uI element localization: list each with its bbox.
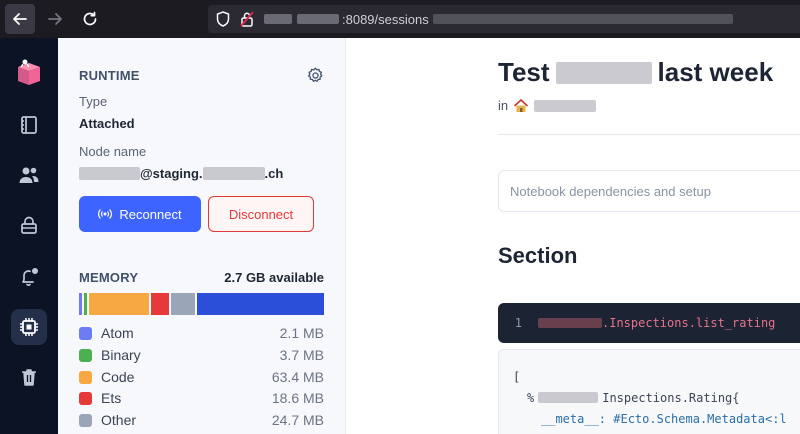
notebook-location: in [498,98,597,113]
legend-label: Code [101,369,135,385]
forward-button[interactable] [40,4,70,34]
type-value: Attached [79,116,135,131]
other-color-swatch [79,413,92,427]
output-line: [ [513,369,521,384]
bin-button[interactable] [11,359,47,395]
secrets-button[interactable] [11,207,47,243]
memory-legend-code: Code 63.4 MB [79,367,324,387]
legend-label: Other [101,412,137,428]
livebook-logo[interactable] [11,54,47,90]
notification-icon [22,268,38,287]
legend-value: 18.6 MB [271,390,324,406]
section-heading[interactable]: Section [498,243,577,269]
disconnect-button[interactable]: Disconnect [208,196,314,232]
house-icon [514,98,529,112]
runtime-panel: RUNTIME Type Attached Node name @staging… [58,38,346,434]
book-icon [21,116,37,134]
address-bar[interactable]: :8089/sessions [208,5,800,33]
binary-color-swatch [79,348,92,362]
setup-cell[interactable]: Notebook dependencies and setup [498,170,800,212]
title-text-end: last week [657,57,774,87]
memory-legend-ets: Ets 18.6 MB [79,388,324,408]
notebook-title[interactable]: Test last week [498,57,773,88]
memory-legend-atom: Atom 2.1 MB [79,323,324,343]
sidebar-rail [0,38,58,434]
code-cell[interactable]: 1 .Inspections.list_rating [498,303,800,343]
memory-bar-code [89,293,149,315]
legend-label: Ets [101,390,122,406]
insecure-lock-icon [240,11,254,27]
runtime-settings-button[interactable] [11,309,47,345]
memory-bar-free [197,293,324,315]
node-name-tld: .ch [264,166,284,181]
type-label: Type [79,94,108,109]
output-line: __meta__: #Ecto.Schema.Metadata<:l [541,411,787,426]
reconnect-label: Reconnect [119,206,182,222]
notebook-main: Test last week in Notebook dependencies … [347,38,800,434]
legend-value: 24.7 MB [271,412,324,428]
output-line: % Inspections.Rating{ [527,390,740,405]
legend-value: 63.4 MB [271,369,324,385]
legend-value: 2.1 MB [279,325,324,341]
memory-legend-other: Other 24.7 MB [79,410,324,430]
lock-icon [21,216,37,234]
legend-value: 3.7 MB [279,347,324,363]
memory-bar-atom [79,293,82,315]
url-text: :8089/sessions [264,12,733,27]
memory-usage-bar [79,293,324,315]
code-text: .Inspections.list_rating [602,316,776,330]
gear-icon [308,67,323,83]
notebooks-button[interactable] [11,107,47,143]
title-text-start: Test [498,57,550,87]
users-icon [19,167,39,183]
livebook-logo-icon [18,59,40,85]
users-button[interactable] [11,157,47,193]
broadcast-icon [98,209,113,219]
runtime-settings-gear[interactable] [307,67,324,89]
legend-label: Binary [101,347,141,363]
legend-label: Atom [101,325,134,341]
memory-bar-ets [151,293,169,315]
shield-icon [216,11,230,27]
memory-legend-binary: Binary 3.7 MB [79,345,324,365]
trash-icon [22,369,36,386]
reload-icon [83,11,97,26]
node-name-label: Node name [79,144,147,159]
node-name-host: @staging. [140,166,203,181]
memory-bar-other [171,293,195,315]
atom-color-swatch [79,326,92,340]
reconnect-button[interactable]: Reconnect [79,196,201,232]
output-struct: Inspections.Rating{ [602,390,740,405]
arrow-right-icon [48,13,62,25]
browser-toolbar: :8089/sessions [0,0,800,38]
cpu-icon [20,318,38,336]
line-number: 1 [514,316,522,330]
reload-button[interactable] [75,4,105,34]
in-label: in [498,98,509,113]
cell-output: [ % Inspections.Rating{ __meta__: #Ecto.… [498,349,800,434]
back-button[interactable] [5,4,35,34]
setup-cell-label: Notebook dependencies and setup [510,183,711,199]
memory-bar-binary [84,293,87,315]
node-name-value: @staging. .ch [79,166,283,181]
app-settings-button[interactable] [11,258,47,294]
memory-heading: MEMORY [79,270,139,285]
ets-color-swatch [79,391,92,405]
code-color-swatch [79,370,92,384]
arrow-left-icon [13,13,27,25]
memory-available: 2.7 GB available [224,270,324,285]
runtime-heading: RUNTIME [79,68,140,83]
title-divider [498,134,800,135]
disconnect-label: Disconnect [228,206,294,222]
